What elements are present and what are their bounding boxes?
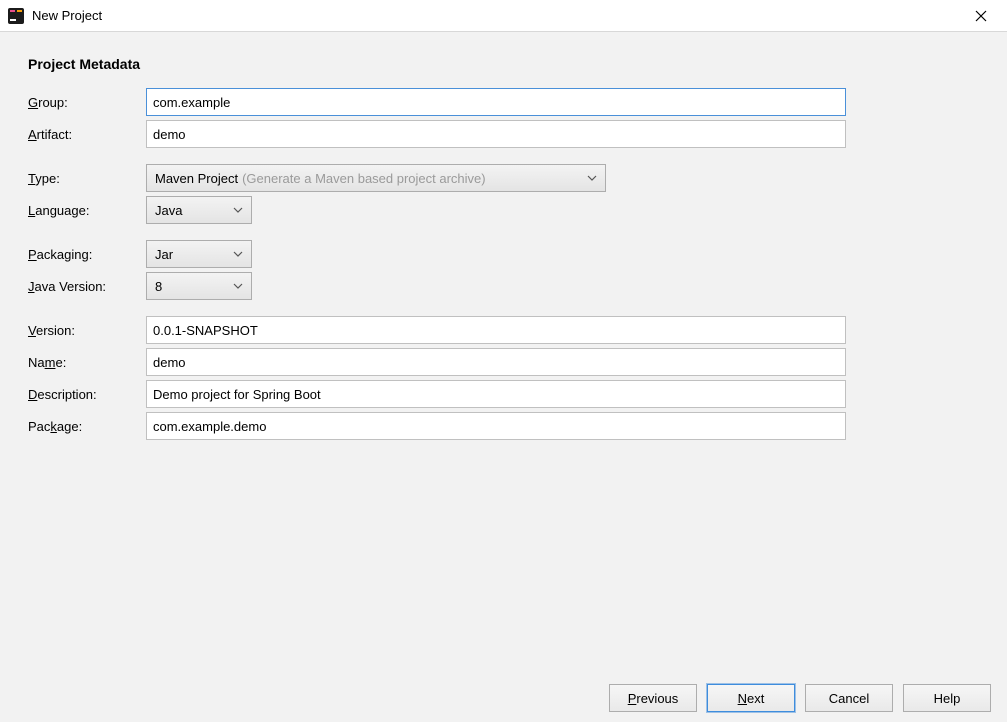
name-label: Name: [28,351,138,374]
form: Group: com.example Artifact: Type: Maven… [28,86,979,442]
window-title: New Project [32,0,102,32]
package-input[interactable] [146,412,846,440]
description-label: Description: [28,383,138,406]
type-label: Type: [28,167,138,190]
artifact-label: Artifact: [28,123,138,146]
window-close-button[interactable] [959,1,1003,31]
artifact-input[interactable] [146,120,846,148]
chevron-down-icon [233,207,243,213]
type-dropdown-hint: (Generate a Maven based project archive) [242,171,486,186]
previous-button[interactable]: Previous [609,684,697,712]
package-label: Package: [28,415,138,438]
cancel-button[interactable]: Cancel [805,684,893,712]
page-heading: Project Metadata [28,56,979,72]
type-dropdown-value: Maven Project [155,171,238,186]
java-version-dropdown-value: 8 [155,279,162,294]
dialog-content: Project Metadata Group: com.example Arti… [0,32,1007,674]
name-input[interactable] [146,348,846,376]
packaging-dropdown-value: Jar [155,247,173,262]
next-button[interactable]: Next [707,684,795,712]
language-label: Language: [28,199,138,222]
version-label: Version: [28,319,138,342]
language-dropdown[interactable]: Java [146,196,252,224]
group-input[interactable]: com.example [146,88,846,116]
type-dropdown[interactable]: Maven Project (Generate a Maven based pr… [146,164,606,192]
chevron-down-icon [587,175,597,181]
window-titlebar: New Project [0,0,1007,32]
java-version-dropdown[interactable]: 8 [146,272,252,300]
description-input[interactable] [146,380,846,408]
java-version-label: Java Version: [28,275,138,298]
version-input[interactable] [146,316,846,344]
group-label: Group: [28,91,138,114]
help-button[interactable]: Help [903,684,991,712]
chevron-down-icon [233,251,243,257]
packaging-dropdown[interactable]: Jar [146,240,252,268]
dialog-footer: Previous Next Cancel Help [0,674,1007,722]
app-icon [6,6,26,26]
chevron-down-icon [233,283,243,289]
language-dropdown-value: Java [155,203,182,218]
packaging-label: Packaging: [28,243,138,266]
